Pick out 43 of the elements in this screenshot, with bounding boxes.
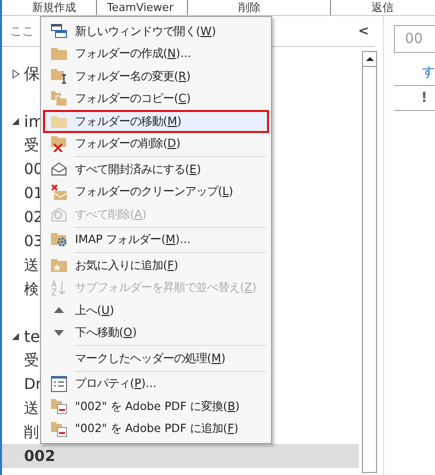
folder-star-icon <box>51 258 67 272</box>
envelope-delete-icon <box>51 206 67 222</box>
column-link[interactable]: す <box>394 63 435 86</box>
menu-item[interactable]: "002" を Adobe PDF に追加(F) <box>43 418 269 440</box>
folder-cleanup-icon <box>51 184 67 200</box>
folder-rename-icon <box>51 68 67 84</box>
scrollbar[interactable] <box>362 51 377 473</box>
menu-item[interactable]: フォルダーの移動(M) <box>43 110 269 132</box>
pdf-folder-icon <box>51 420 67 437</box>
menu-item[interactable]: プロパティ(P)... <box>43 372 269 395</box>
menu-item[interactable]: IMAP フォルダー(M)... <box>43 228 269 251</box>
triangle-up-icon <box>54 307 64 314</box>
folder-copy-icon <box>51 91 67 106</box>
menu-item[interactable]: フォルダーのクリーンアップ(L) <box>43 180 269 203</box>
menu-item[interactable]: フォルダー名の変更(R) <box>43 65 269 88</box>
menu-item[interactable]: お気に入りに追加(F) <box>43 254 269 276</box>
menu-item[interactable]: 上へ(U) <box>43 299 269 322</box>
list-icon <box>51 376 67 392</box>
menu-item[interactable]: "002" を Adobe PDF に変換(B) <box>43 395 269 418</box>
flag-column-header: ! <box>421 90 428 106</box>
expanded-arrow-icon[interactable] <box>12 116 20 126</box>
menu-item[interactable]: フォルダーの作成(N)... <box>43 42 269 65</box>
menu-item[interactable]: フォルダーのコピー(C) <box>43 88 269 110</box>
tree-item[interactable]: te <box>24 326 40 346</box>
folder-icon <box>51 114 67 128</box>
triangle-down-icon <box>54 330 64 336</box>
pdf-folder-icon <box>51 398 67 414</box>
menu-item[interactable]: フォルダーの削除(D) <box>43 132 269 155</box>
tree-item[interactable]: 002 <box>2 444 359 468</box>
menu-item[interactable]: 下へ移動(O) <box>43 322 269 344</box>
menu-item[interactable]: マークしたヘッダーの処理(M) <box>43 347 269 370</box>
sort-icon <box>51 280 67 296</box>
envelope-icon <box>51 162 67 176</box>
expanded-arrow-icon[interactable] <box>12 331 20 341</box>
tree-item[interactable]: 保 <box>24 64 40 84</box>
menu-item[interactable]: すべて開封済みにする(E) <box>43 158 269 180</box>
folder-icon <box>51 47 67 60</box>
folder-gear-icon <box>51 232 67 248</box>
menu-item[interactable]: 新しいウィンドウで開く(W) <box>43 20 269 42</box>
window-icon <box>51 24 67 38</box>
collapsed-arrow-icon[interactable] <box>12 69 20 79</box>
folder-delete-icon <box>51 136 67 152</box>
collapse-button[interactable]: < <box>352 24 375 38</box>
